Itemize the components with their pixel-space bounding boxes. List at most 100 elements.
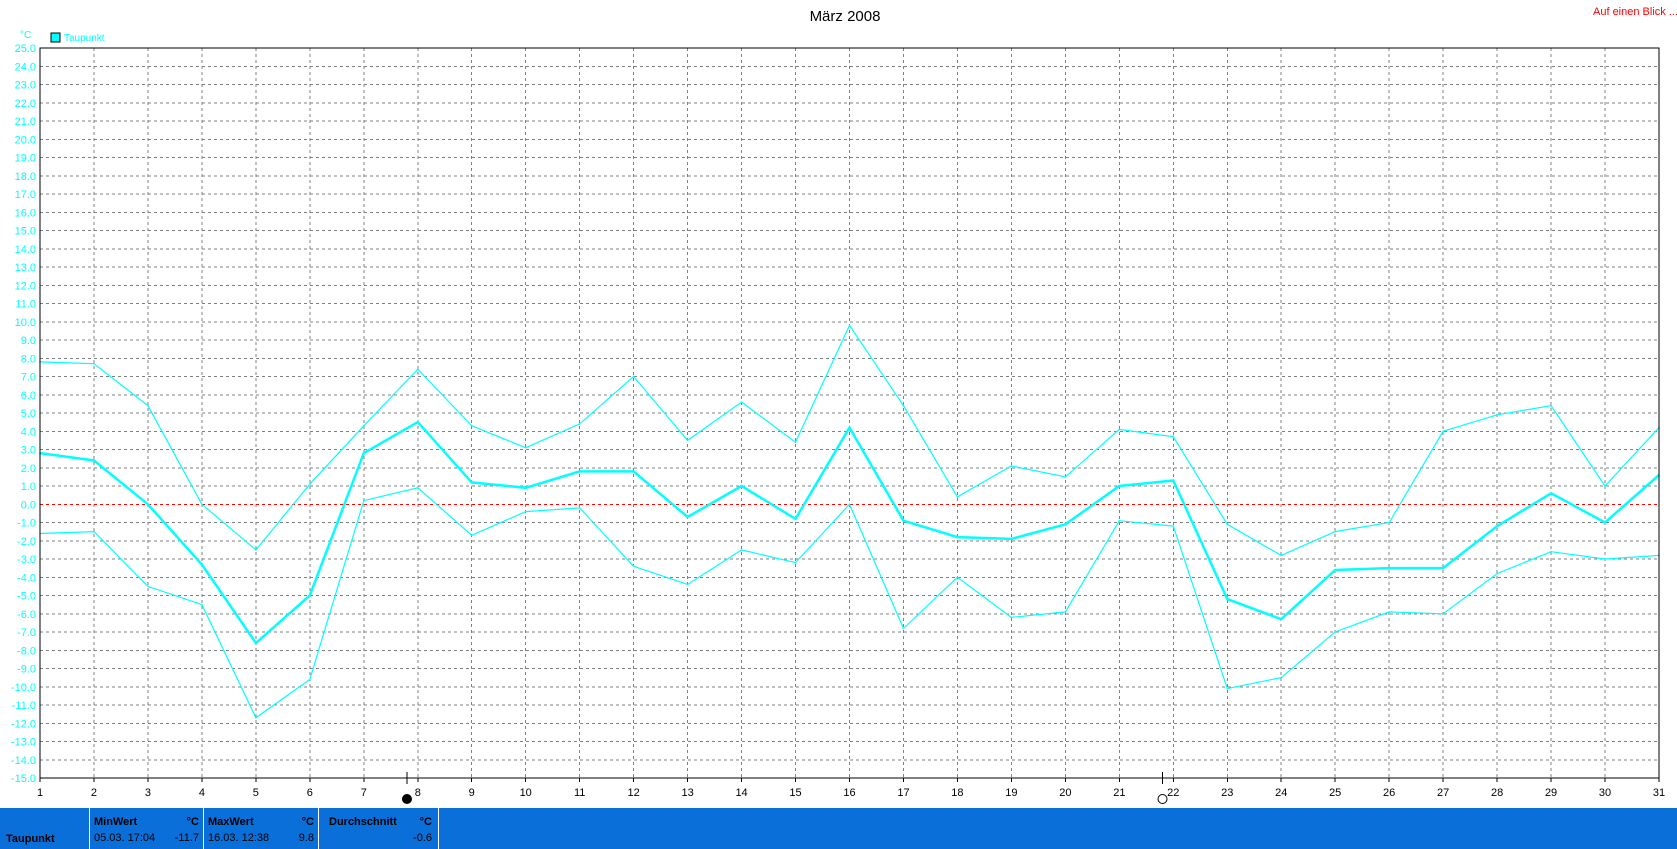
x-tick-label: 8 — [415, 787, 421, 799]
data-point-avg — [309, 594, 311, 597]
y-tick-label: -4.0 — [17, 572, 36, 584]
data-point-min — [416, 487, 419, 489]
y-tick-label: 15.0 — [15, 226, 36, 238]
data-point-min — [632, 565, 635, 568]
x-tick-label: 23 — [1221, 787, 1233, 799]
data-point-min — [1496, 572, 1498, 575]
chart: März 2008 °C Taupunkt -15.0 -14.0 -13.0 -12… — [11, 8, 1665, 804]
y-tick-label: 12.0 — [15, 280, 36, 292]
y-tick-label: -3.0 — [17, 554, 36, 566]
data-point-avg — [1550, 492, 1552, 495]
footer-series-label: Taupunkt — [6, 833, 55, 845]
y-tick-label: 6.0 — [21, 390, 36, 402]
data-point-avg — [956, 536, 959, 538]
data-point-min — [201, 603, 203, 606]
data-point-max — [578, 423, 581, 425]
x-tick-label: 2 — [91, 787, 97, 799]
data-point-min — [1388, 611, 1390, 613]
y-tick-label: 3.0 — [21, 445, 36, 457]
data-point-min — [1334, 631, 1336, 633]
data-point-max — [848, 324, 851, 327]
x-tick-label: 24 — [1275, 787, 1287, 799]
y-tick-label: 11.0 — [15, 299, 36, 311]
new-moon-marker-icon — [1157, 794, 1168, 804]
x-tick-label: 16 — [843, 787, 855, 799]
data-point-min — [93, 530, 95, 533]
data-point-avg — [1280, 618, 1283, 621]
data-point-max — [686, 439, 689, 442]
y-unit-label: °C — [20, 30, 31, 41]
data-point-avg — [794, 518, 797, 520]
data-point-avg — [363, 452, 365, 454]
y-tick-label: 23.0 — [15, 80, 36, 92]
avg-label: Durchschnitt — [329, 816, 397, 828]
x-tick-label: 17 — [897, 787, 909, 799]
data-point-max — [1604, 485, 1606, 487]
y-tick-label: 5.0 — [21, 408, 36, 420]
data-point-max — [1334, 530, 1336, 533]
data-point-avg — [201, 563, 203, 566]
y-tick-label: -10.0 — [11, 682, 36, 694]
data-point-max — [632, 375, 635, 378]
y-tick-label: 24.0 — [15, 61, 36, 73]
data-point-min — [309, 678, 311, 681]
data-point-avg — [147, 503, 149, 506]
data-point-min — [1550, 550, 1552, 553]
min-stat: MinWert °C 05.03. 17:04 -11.7 — [90, 808, 203, 849]
y-tick-label: -2.0 — [17, 536, 36, 548]
data-point-max — [794, 441, 797, 444]
data-point-max — [740, 401, 743, 403]
x-tick-label: 30 — [1599, 787, 1611, 799]
y-tick-label: -12.0 — [11, 718, 36, 730]
data-point-avg — [1118, 485, 1121, 487]
y-tick-label: 2.0 — [21, 463, 36, 475]
data-point-avg — [1064, 523, 1067, 526]
y-tick-label: 7.0 — [21, 372, 36, 384]
data-point-min — [848, 503, 851, 506]
min-value: -11.7 — [174, 832, 199, 844]
full-moon-marker-icon — [401, 794, 412, 804]
x-tick-label: 29 — [1545, 787, 1557, 799]
data-point-avg — [1388, 567, 1390, 569]
data-point-min — [1604, 558, 1606, 560]
min-label: MinWert — [94, 816, 138, 828]
data-point-min — [956, 576, 959, 579]
min-unit: °C — [186, 816, 199, 828]
x-tick-label: 6 — [307, 787, 313, 799]
y-tick-label: 20.0 — [15, 134, 36, 146]
y-tick-label: 22.0 — [15, 98, 36, 110]
data-point-avg — [740, 485, 743, 487]
y-tick-label: 0.0 — [21, 499, 36, 511]
data-point-max — [1550, 404, 1552, 407]
data-point-avg — [848, 426, 851, 429]
max-stat: MaxWert °C 16.03. 12:38 9.8 — [204, 808, 318, 849]
y-tick-label: 19.0 — [15, 153, 36, 165]
data-point-min — [1172, 525, 1175, 527]
stats-footer: Taupunkt MinWert °C 05.03. 17:04 -11.7 M… — [0, 808, 1677, 849]
x-tick-label: 1 — [37, 787, 43, 799]
corner-link[interactable]: Auf einen Blick ... — [1593, 6, 1677, 18]
x-tick-label: 10 — [520, 787, 532, 799]
y-tick-label: 16.0 — [15, 207, 36, 219]
y-tick-label: -13.0 — [11, 737, 36, 749]
data-point-min — [686, 583, 689, 586]
data-point-min — [1442, 612, 1444, 615]
y-tick-label: -8.0 — [17, 645, 36, 657]
max-datetime: 16.03. 12:38 — [208, 832, 270, 844]
data-point-min — [147, 585, 149, 588]
data-point-avg — [470, 481, 473, 484]
grid — [40, 48, 1659, 778]
data-point-avg — [524, 487, 527, 489]
data-point-max — [470, 424, 473, 427]
avg-unit: °C — [419, 816, 432, 828]
data-point-max — [1280, 554, 1283, 557]
legend-swatch — [50, 32, 61, 43]
data-point-max — [1388, 521, 1390, 524]
data-point-avg — [686, 516, 689, 518]
series-line-avg — [39, 420, 1660, 645]
data-point-min — [1280, 676, 1283, 679]
data-point-min — [740, 549, 743, 551]
y-tick-label: 8.0 — [21, 353, 36, 365]
data-point-avg — [1604, 521, 1606, 524]
data-point-avg — [1496, 525, 1498, 527]
